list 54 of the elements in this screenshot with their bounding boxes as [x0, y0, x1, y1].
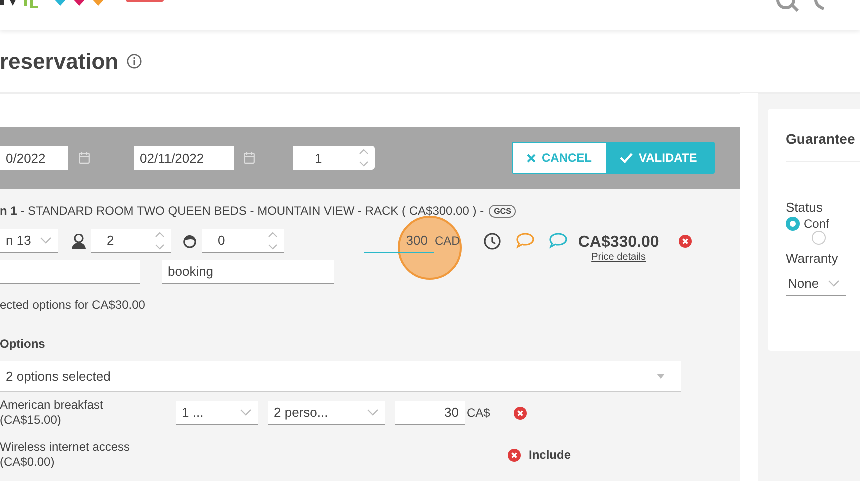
chevron-down-icon: [240, 409, 252, 416]
chevron-down-icon: [828, 280, 840, 287]
logo-drawing[interactable]: [0, 0, 104, 8]
currency-label: CA$: [467, 406, 490, 420]
phone-icon[interactable]: [814, 0, 826, 10]
options-select[interactable]: 2 options selected: [0, 361, 681, 392]
spinner-icon[interactable]: [155, 230, 165, 252]
price-details-link[interactable]: Price details: [592, 252, 646, 262]
check-icon: [620, 153, 633, 163]
adults-field[interactable]: 2: [91, 229, 171, 253]
remove-icon[interactable]: [679, 234, 692, 248]
rate-tag: GCS: [489, 204, 516, 218]
warranty-label: Warranty: [786, 251, 840, 266]
persons-select[interactable]: 2 perso...: [268, 401, 385, 425]
radio-label: Conf: [804, 217, 830, 231]
chevron-down-icon: [367, 409, 379, 416]
spinner-icon[interactable]: [359, 147, 369, 169]
search-icon[interactable]: [776, 0, 800, 12]
quantity-select[interactable]: 1 ...: [176, 401, 258, 425]
arrival-date-field[interactable]: 0/2022: [0, 146, 68, 170]
departure-date-field[interactable]: 02/11/2022: [134, 146, 234, 170]
reference-field[interactable]: booking: [162, 260, 334, 284]
status-label: Status: [786, 200, 824, 215]
close-icon: [527, 154, 536, 162]
page-title: reservation: [0, 49, 119, 75]
include-label[interactable]: Include: [529, 448, 572, 462]
caret-icon: [657, 374, 665, 378]
radio-button[interactable]: [786, 217, 800, 231]
rooms-field[interactable]: 1: [293, 146, 375, 170]
adult-icon: [72, 234, 86, 248]
clock-icon[interactable]: [484, 232, 502, 250]
child-icon: [183, 234, 197, 248]
radio-button[interactable]: [812, 231, 826, 245]
info-icon[interactable]: [126, 54, 142, 68]
card-title: Guarantee: [786, 109, 860, 162]
option-name: Wireless internet access (CA$0.00): [0, 440, 132, 470]
chevron-down-icon: [40, 237, 52, 244]
option-name: American breakfast (CA$15.00): [0, 398, 104, 428]
amount-field[interactable]: 30: [395, 401, 465, 425]
comment-icon[interactable]: [516, 233, 536, 249]
children-field[interactable]: 0: [202, 229, 284, 253]
spinner-icon[interactable]: [268, 230, 278, 252]
calendar-icon[interactable]: [244, 152, 255, 164]
calendar-icon[interactable]: [79, 152, 90, 164]
comment-icon[interactable]: [549, 233, 568, 249]
remove-icon[interactable]: [508, 448, 521, 462]
options-title: Options: [0, 337, 46, 351]
currency-label: CAD: [435, 234, 460, 248]
price-field[interactable]: 300: [364, 229, 434, 253]
remove-icon[interactable]: [514, 406, 528, 420]
options-summary: ected options for CA$30.00: [0, 298, 146, 312]
room-heading: n 1 - STANDARD ROOM TWO QUEEN BEDS - MOUNTAIN VIEW - RACK ( CA$300.00 ) -: [0, 204, 484, 218]
total-price: CA$330.00: [578, 234, 660, 252]
room-select[interactable]: n 13: [0, 229, 58, 253]
